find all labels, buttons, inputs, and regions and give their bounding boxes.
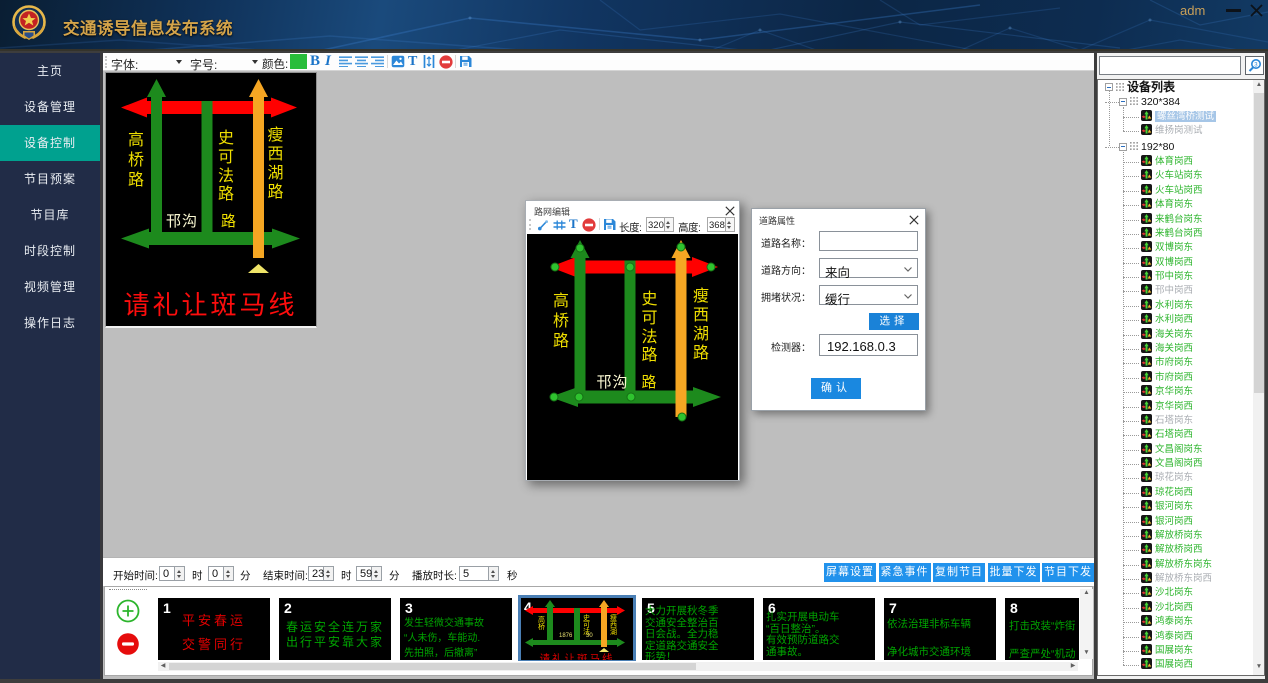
svg-text:可: 可 <box>583 621 590 629</box>
svg-text:路: 路 <box>553 332 569 350</box>
svg-text:邗: 邗 <box>166 213 181 230</box>
svg-text:可: 可 <box>218 149 234 166</box>
svg-text:1876: 1876 <box>559 633 573 639</box>
svg-text:湖: 湖 <box>693 325 709 343</box>
svg-text:湖: 湖 <box>610 627 617 636</box>
svg-text:湖: 湖 <box>267 164 283 182</box>
svg-text:法: 法 <box>218 167 234 185</box>
svg-text:路: 路 <box>641 346 657 364</box>
svg-text:西: 西 <box>267 146 283 163</box>
svg-text:请礼让斑马线: 请礼让斑马线 <box>540 652 615 660</box>
svg-text:史: 史 <box>218 129 234 147</box>
svg-text:高: 高 <box>538 615 545 624</box>
svg-text:高: 高 <box>553 292 569 310</box>
svg-text:高: 高 <box>128 131 144 149</box>
svg-text:西: 西 <box>693 307 709 324</box>
svg-text:沟: 沟 <box>182 213 197 230</box>
svg-text:路: 路 <box>267 183 283 201</box>
svg-text:桥: 桥 <box>553 312 569 330</box>
svg-text:请礼让斑马线: 请礼让斑马线 <box>123 291 297 320</box>
svg-text:路: 路 <box>128 171 144 189</box>
svg-text:史: 史 <box>641 290 657 308</box>
svg-text:史: 史 <box>583 613 590 622</box>
svg-text:30: 30 <box>586 633 593 639</box>
svg-text:邗: 邗 <box>596 374 611 391</box>
svg-text:路: 路 <box>641 374 656 391</box>
svg-text:可: 可 <box>641 310 657 327</box>
svg-text:桥: 桥 <box>538 622 545 631</box>
svg-text:瘦: 瘦 <box>693 287 709 305</box>
svg-text:路: 路 <box>693 344 709 362</box>
svg-text:沟: 沟 <box>612 374 627 391</box>
svg-text:西: 西 <box>610 621 617 629</box>
svg-text:路: 路 <box>221 213 236 230</box>
svg-text:桥: 桥 <box>128 151 144 169</box>
svg-text:瘦: 瘦 <box>267 126 283 144</box>
svg-text:瘦: 瘦 <box>610 613 617 622</box>
svg-text:路: 路 <box>218 185 234 203</box>
svg-text:法: 法 <box>641 328 657 346</box>
